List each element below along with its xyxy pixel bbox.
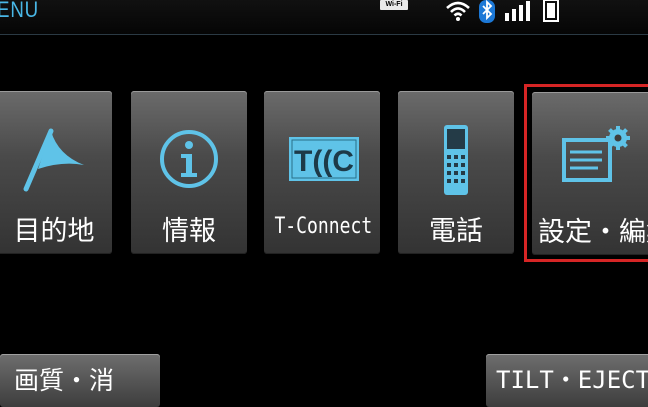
focus-highlight (524, 84, 648, 262)
bluetooth-icon (479, 0, 495, 23)
flag-icon (23, 128, 84, 192)
destination-label: 目的地 (13, 216, 95, 247)
screen-title: ENU (0, 0, 40, 22)
tilt-eject-button[interactable]: TILT・EJECT (486, 354, 648, 407)
information-tile[interactable]: 情報 (131, 91, 247, 254)
phone-label: 電話 (429, 216, 483, 247)
tc-logo-icon: T((C (289, 137, 359, 181)
picture-quality-button[interactable]: 画質・消 (0, 354, 160, 407)
wifi-icon (446, 1, 470, 21)
svg-text:T((C: T((C (294, 145, 354, 178)
status-bar: ENU Wi-Fi (0, 0, 648, 35)
destination-tile[interactable]: 目的地 (0, 91, 112, 254)
phone-icon (444, 125, 468, 195)
t-connect-label: T-Connect (274, 214, 373, 239)
phone-tile[interactable]: 電話 (398, 91, 514, 254)
signal-bars-icon (505, 1, 530, 21)
information-label: 情報 (162, 216, 216, 247)
wifi-label: Wi-Fi (380, 0, 408, 10)
info-icon (160, 130, 218, 188)
battery-icon (543, 0, 559, 22)
t-connect-tile[interactable]: T((C T-Connect (264, 91, 380, 254)
